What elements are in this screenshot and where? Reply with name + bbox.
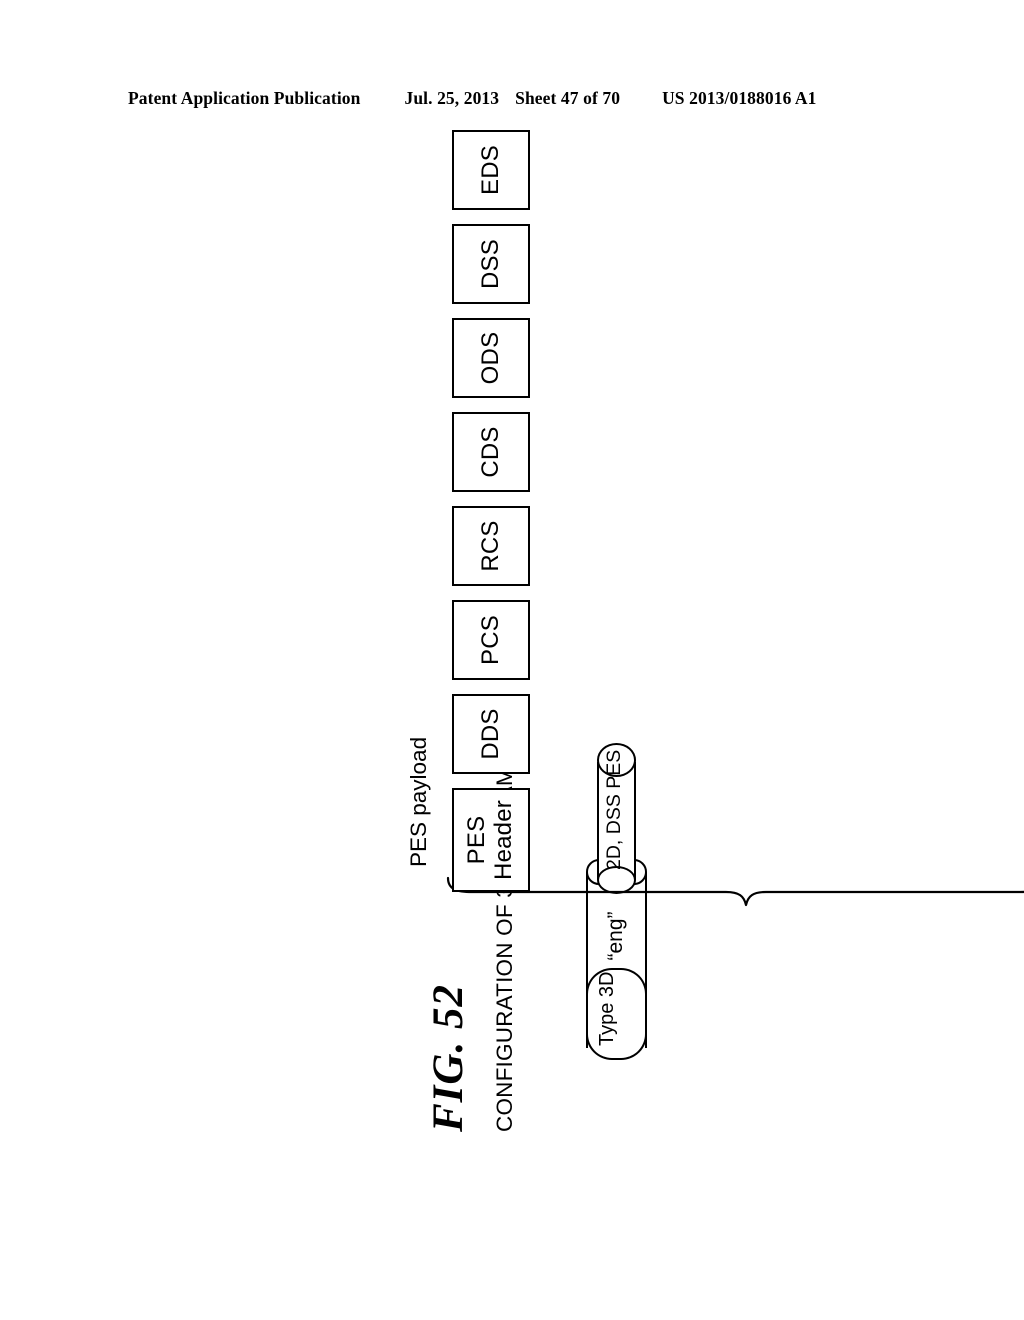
pes-box-eds: EDS	[452, 130, 530, 210]
header-date-text: Jul. 25, 2013	[404, 88, 500, 108]
cylinder-label-language: “eng”	[604, 911, 627, 961]
header-patent-number: US 2013/0188016 A1	[662, 88, 817, 108]
pes-payload-brace-icon	[446, 876, 1024, 908]
pes-payload-label: PES payload	[406, 736, 431, 867]
page-running-header: Patent Application Publication Jul. 25, …	[128, 88, 896, 114]
pes-box-pes-header: PES Header	[452, 788, 530, 892]
patent-figure-canvas: FIG. 52 CONFIGURATION OF 3D STREAM Type …	[162, 130, 1024, 1160]
cylinder-label-type-3d: Type 3D	[596, 971, 618, 1046]
pes-box-ods: ODS	[452, 318, 530, 398]
cylinder-label-2d-dss-pes: 2D, DSS PES	[603, 749, 625, 870]
pes-box-dds: DDS	[452, 694, 530, 774]
pes-box-cds: CDS	[452, 412, 530, 492]
pes-box-rcs: RCS	[452, 506, 530, 586]
header-sheet-text: Sheet 47 of 70	[515, 88, 621, 108]
pes-box-dss: DSS	[452, 224, 530, 304]
header-publication-text: Patent Application Publication	[128, 88, 361, 108]
figure-number-label: FIG. 52	[425, 984, 472, 1132]
pes-box-pcs: PCS	[452, 600, 530, 680]
